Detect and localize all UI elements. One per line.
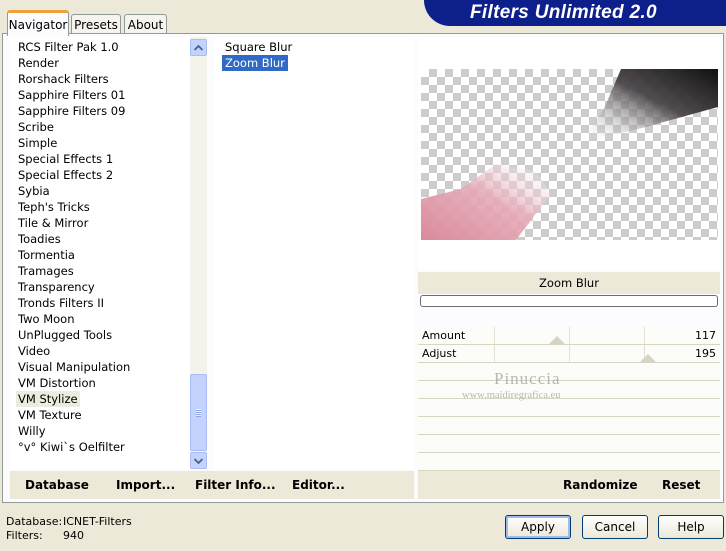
slider-tick [494,345,495,362]
list-item[interactable]: Tormentia [16,247,77,263]
slider-tick [569,345,570,362]
list-item[interactable]: Special Effects 1 [16,151,115,167]
list-item[interactable]: Tile & Mirror [16,215,90,231]
list-item[interactable]: UnPlugged Tools [16,327,114,343]
slider-thumb[interactable] [640,354,656,362]
filter-name-label: Zoom Blur [418,272,720,294]
list-item[interactable]: Simple [16,135,59,151]
list-item[interactable]: Sapphire Filters 09 [16,103,127,119]
slider-adjust[interactable]: Adjust 195 [418,345,720,363]
tab-presets[interactable]: Presets [71,14,121,34]
slider-value: 195 [695,347,716,360]
help-button[interactable]: Help [658,515,724,539]
list-item[interactable]: Two Moon [16,311,77,327]
slider-tick [569,327,570,344]
reset-button[interactable]: Reset [662,478,700,492]
slider-empty [418,435,720,453]
slider-empty [418,453,720,471]
list-item-selected[interactable]: VM Stylize [16,391,80,407]
list-item[interactable]: Render [16,55,61,71]
filter-info-button[interactable]: Filter Info... [195,478,276,492]
list-item[interactable]: Visual Manipulation [16,359,132,375]
list-item[interactable]: Tramages [16,263,76,279]
import-button[interactable]: Import... [116,478,175,492]
progress-bar [420,295,718,307]
list-item[interactable]: Toadies [16,231,63,247]
tab-about[interactable]: About [124,14,167,34]
list-item[interactable]: VM Texture [16,407,84,423]
slider-amount[interactable]: Amount 117 [418,327,720,345]
list-item[interactable]: Sapphire Filters 01 [16,87,127,103]
tab-navigator[interactable]: Navigator [7,10,69,36]
slider-value: 117 [695,329,716,342]
database-button[interactable]: Database [25,478,89,492]
list-item[interactable]: Teph's Tricks [16,199,92,215]
category-list[interactable]: RCS Filter Pak 1.0 Render Rorshack Filters… [10,37,190,469]
category-scrollbar[interactable] [190,37,207,469]
list-item[interactable]: Special Effects 2 [16,167,115,183]
apply-button[interactable]: Apply [505,515,571,539]
navigator-toolbar: Database Import... Filter Info... Editor… [10,471,414,499]
database-label: Database: [6,515,63,528]
watermark-url: www.maidiregrafica.eu [462,390,561,401]
chevron-up-icon[interactable] [190,39,207,56]
list-item[interactable]: RCS Filter Pak 1.0 [16,39,121,55]
list-item[interactable]: Scribe [16,119,56,135]
list-item[interactable]: VM Distortion [16,375,98,391]
list-item[interactable]: Video [16,343,52,359]
watermark-name: Pinuccia [494,369,561,388]
filters-count-label: Filters: [6,529,43,542]
slider-label: Amount [422,329,466,342]
grip-icon [196,409,201,417]
preview-toolbar: Randomize Reset [418,471,720,499]
slider-tick [494,327,495,344]
scrollbar-thumb[interactable] [190,374,207,451]
list-item-selected[interactable]: Zoom Blur [222,55,288,71]
list-item[interactable]: Transparency [16,279,97,295]
randomize-button[interactable]: Randomize [563,478,637,492]
slider-empty [418,417,720,435]
list-item[interactable]: Sybia [16,183,52,199]
cancel-button[interactable]: Cancel [582,515,648,539]
editor-button[interactable]: Editor... [292,478,345,492]
slider-empty [418,399,720,417]
slider-label: Adjust [422,347,457,360]
slider-tick [644,327,645,344]
list-item[interactable]: Rorshack Filters [16,71,111,87]
list-item[interactable]: Tronds Filters II [16,295,106,311]
list-item[interactable]: °v° Kiwi`s Oelfilter [16,439,127,455]
app-title: Filters Unlimited 2.0 [470,2,657,23]
filter-list[interactable]: Square Blur Zoom Blur [214,37,414,469]
database-value: ICNET-Filters [63,515,132,528]
chevron-down-icon[interactable] [190,452,207,469]
list-item[interactable]: Square Blur [222,39,295,55]
list-item[interactable]: Willy [16,423,48,439]
slider-thumb[interactable] [549,336,565,344]
filters-count-value: 940 [63,529,84,542]
slider-empty [418,363,720,381]
preview-image [421,69,718,240]
